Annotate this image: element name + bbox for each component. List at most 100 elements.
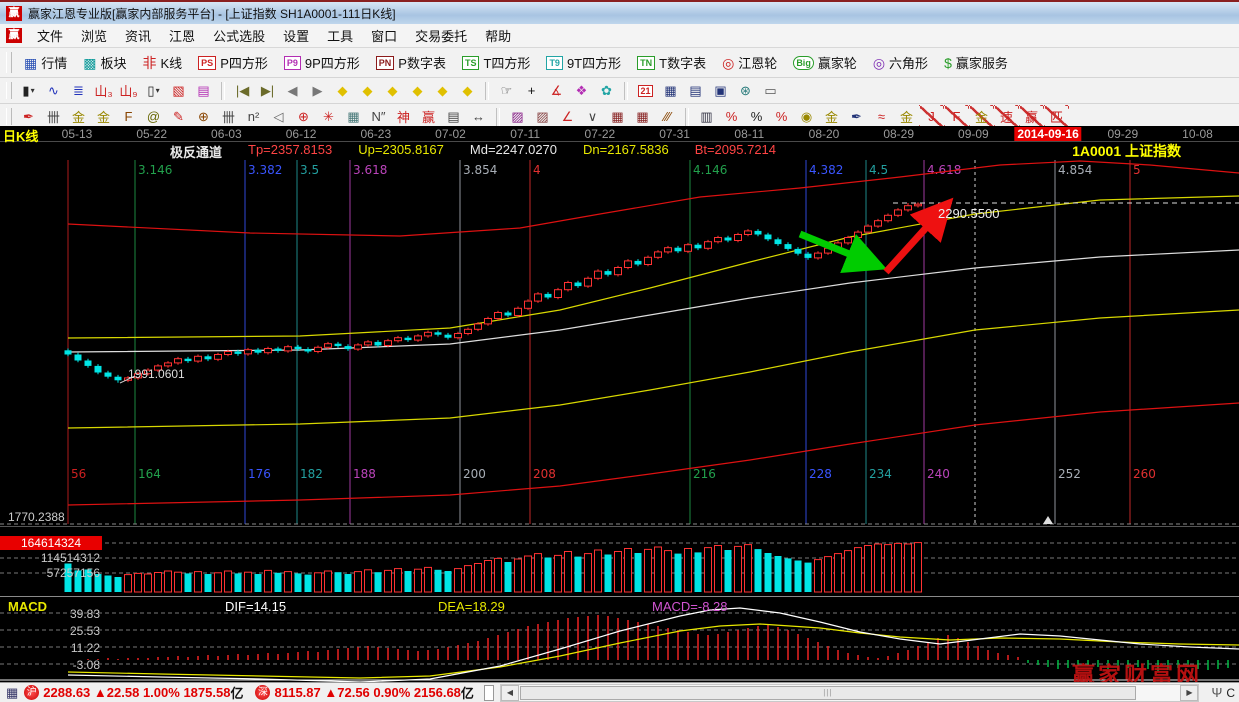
fan-box-b-icon[interactable]: ▨: [530, 105, 555, 128]
hash-ruler-icon[interactable]: 卌: [216, 105, 241, 128]
calendar-icon[interactable]: 21: [633, 79, 658, 102]
zigzag-icon[interactable]: ∨: [580, 105, 605, 128]
prev-page-icon[interactable]: ◀: [280, 79, 305, 102]
t-percent-icon[interactable]: %: [719, 105, 744, 128]
menu-help[interactable]: 帮助: [476, 24, 520, 47]
toolbar-gann-wheel-button[interactable]: ◎江恩轮: [714, 50, 785, 75]
first-page-icon[interactable]: |◀: [230, 79, 255, 102]
menu-tools[interactable]: 工具: [318, 24, 362, 47]
last-page-icon[interactable]: ▶|: [255, 79, 280, 102]
next-page-icon[interactable]: ▶: [305, 79, 330, 102]
diamond-compress-icon[interactable]: ◆: [405, 79, 430, 102]
notebook-icon[interactable]: ▤: [683, 79, 708, 102]
diag-pi-icon[interactable]: 匹: [1044, 105, 1069, 128]
diag-ying-icon[interactable]: 赢: [1019, 105, 1044, 128]
toolbar-9p-square-button[interactable]: P99P四方形: [276, 50, 368, 75]
horizontal-scrollbar[interactable]: ◀ ||| ▶: [500, 684, 1200, 702]
trend-curve-icon[interactable]: ∿: [41, 79, 66, 102]
gold-gann-a-icon[interactable]: 金: [66, 105, 91, 128]
drag-hand-icon[interactable]: ☞: [494, 79, 519, 102]
gold-gann-b-icon[interactable]: 金: [91, 105, 116, 128]
info-panel-icon[interactable]: ≣: [66, 79, 91, 102]
gold-bar-icon[interactable]: 金: [819, 105, 844, 128]
gold-circle-icon[interactable]: ◉: [794, 105, 819, 128]
diamond-zoom-in-icon[interactable]: ◆: [455, 79, 480, 102]
span-arrow-icon[interactable]: ↔: [466, 105, 491, 128]
color-histogram-icon[interactable]: ▤: [191, 79, 216, 102]
chart-region[interactable]: 563.1461643.3821763.51823.6181883.854200…: [0, 126, 1239, 682]
magenta-tool-icon[interactable]: ❖: [569, 79, 594, 102]
ruler-hash-icon[interactable]: 卌: [41, 105, 66, 128]
diag-f-icon[interactable]: F: [944, 105, 969, 128]
scrollbar-thumb[interactable]: |||: [520, 686, 1136, 700]
toolbar-p-digit-table-button[interactable]: PNP数字表: [368, 50, 454, 75]
percent-line-icon[interactable]: %: [769, 105, 794, 128]
diag-su-icon[interactable]: 速: [994, 105, 1019, 128]
pattern-chart-icon[interactable]: ▧: [166, 79, 191, 102]
pen-knife-icon[interactable]: ✒: [16, 105, 41, 128]
fan-box-a-icon[interactable]: ▨: [505, 105, 530, 128]
toolbar-quotes-button[interactable]: ▦行情: [16, 50, 75, 75]
toolbar-k-line-button[interactable]: 非K线: [135, 50, 191, 75]
fan-3-icon[interactable]: ⁄⁄⁄: [655, 105, 680, 128]
grid-dark-b-icon[interactable]: ▦: [630, 105, 655, 128]
shen-ruler-icon[interactable]: 神: [391, 105, 416, 128]
save-icon[interactable]: ▣: [708, 79, 733, 102]
fan-lines-icon[interactable]: ∠: [555, 105, 580, 128]
n-square-icon[interactable]: n²: [241, 105, 266, 128]
toolbar-winner-wheel-button[interactable]: Big赢家轮: [785, 50, 865, 75]
toolbar-t-digit-table-button[interactable]: TNT数字表: [629, 50, 714, 75]
diamond-left-icon[interactable]: ◆: [330, 79, 355, 102]
hollow-candle-icon[interactable]: ▯▾: [141, 79, 166, 102]
menu-formula-stock-pick[interactable]: 公式选股: [204, 24, 274, 47]
menu-news[interactable]: 资讯: [116, 24, 160, 47]
candle-type-icon[interactable]: ▮▾: [16, 79, 41, 102]
gold-under-icon[interactable]: 金: [894, 105, 919, 128]
spiral-icon[interactable]: @: [141, 105, 166, 128]
network-share-icon[interactable]: ⊛: [733, 79, 758, 102]
star-burst-icon[interactable]: ✳: [316, 105, 341, 128]
compass-icon[interactable]: ⊕: [291, 105, 316, 128]
scroll-right-button[interactable]: ▶: [1180, 685, 1198, 701]
printer-icon[interactable]: ▭: [758, 79, 783, 102]
toolbar-hexagon-button[interactable]: ◎六角形: [865, 50, 936, 75]
red-pen-icon[interactable]: ✎: [166, 105, 191, 128]
angle-measure-icon[interactable]: ∡: [544, 79, 569, 102]
menu-window[interactable]: 窗口: [362, 24, 406, 47]
scale-chart-icon[interactable]: ▥: [694, 105, 719, 128]
bars-9-icon[interactable]: 山₉: [116, 79, 141, 102]
web-grid-icon[interactable]: ▦: [341, 105, 366, 128]
menu-file[interactable]: 文件: [28, 24, 72, 47]
flag-tool-icon[interactable]: ◁: [266, 105, 291, 128]
diag-j-icon[interactable]: J: [919, 105, 944, 128]
circle-ruler-icon[interactable]: ⊕: [191, 105, 216, 128]
splitter-handle[interactable]: [484, 685, 494, 701]
bars-3-icon[interactable]: 山₃: [91, 79, 116, 102]
toolbar-winner-service-button[interactable]: $赢家服务: [936, 50, 1016, 75]
diamond-right-icon[interactable]: ◆: [355, 79, 380, 102]
percent-icon[interactable]: %: [744, 105, 769, 128]
f-gann-icon[interactable]: F: [116, 105, 141, 128]
diamond-zoom-out-icon[interactable]: ◆: [430, 79, 455, 102]
calculator-icon[interactable]: ▦: [658, 79, 683, 102]
toolbar-t-square-button[interactable]: TST四方形: [454, 50, 538, 75]
ying-ruler-icon[interactable]: 赢: [416, 105, 441, 128]
toolbar-9t-square-button[interactable]: T99T四方形: [538, 50, 629, 75]
menu-gann[interactable]: 江恩: [160, 24, 204, 47]
chart-mode-icon[interactable]: ▦: [6, 685, 18, 701]
menu-trade-order[interactable]: 交易委托: [406, 24, 476, 47]
ink-pen-icon[interactable]: ✒: [844, 105, 869, 128]
double-wave-icon[interactable]: ≈: [869, 105, 894, 128]
diag-gold-icon[interactable]: 金: [969, 105, 994, 128]
toolbar-sectors-button[interactable]: ▩板块: [75, 50, 134, 75]
cyan-tool-icon[interactable]: ✿: [594, 79, 619, 102]
chart-canvas[interactable]: 563.1461643.3821763.51823.6181883.854200…: [0, 126, 1239, 682]
scroll-left-button[interactable]: ◀: [501, 685, 519, 701]
menu-browse[interactable]: 浏览: [72, 24, 116, 47]
ruler-123-icon[interactable]: ▤: [441, 105, 466, 128]
toolbar-p-square-button[interactable]: PSP四方形: [190, 50, 276, 75]
grid-dark-a-icon[interactable]: ▦: [605, 105, 630, 128]
n-marks-icon[interactable]: Ν″: [366, 105, 391, 128]
diamond-expand-icon[interactable]: ◆: [380, 79, 405, 102]
crosshair-icon[interactable]: +: [519, 79, 544, 102]
